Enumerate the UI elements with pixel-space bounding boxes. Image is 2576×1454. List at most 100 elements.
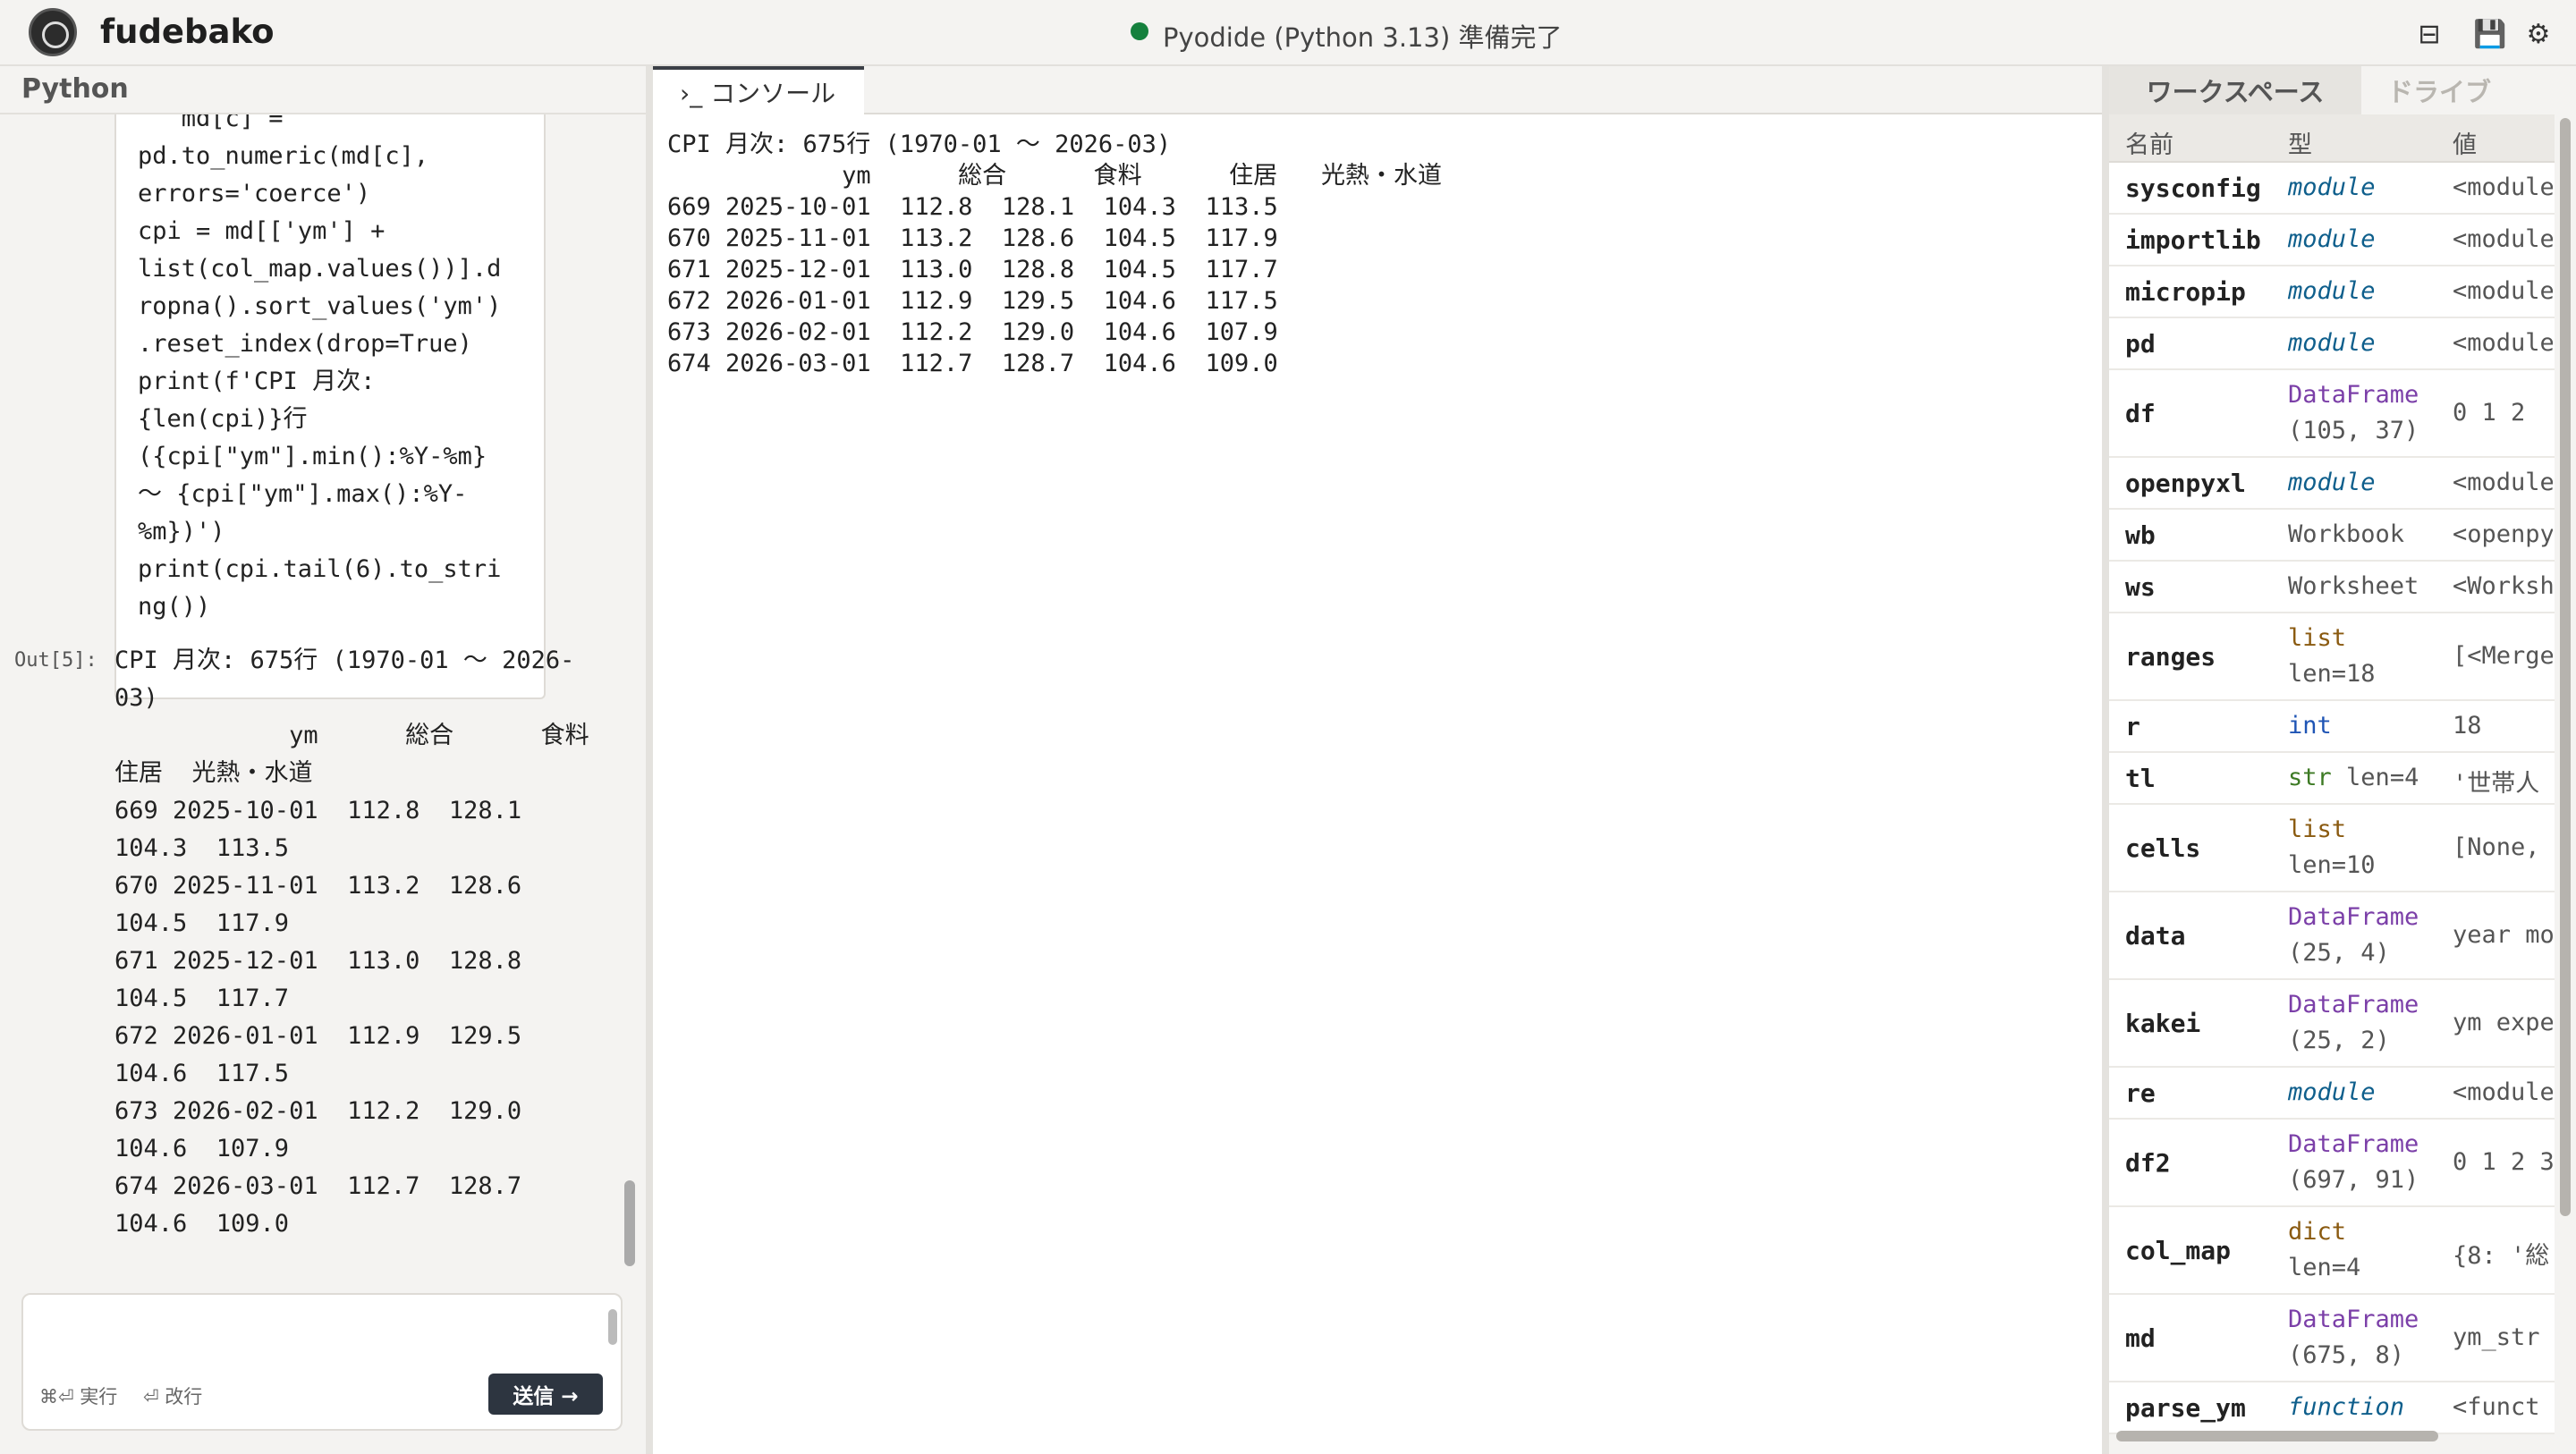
variable-type-detail: (25, 2) (2288, 1027, 2390, 1054)
variable-row[interactable]: r int 18 (2109, 701, 2555, 753)
tab-drive[interactable]: ドライブ (2361, 66, 2517, 114)
settings-button[interactable]: ⚙ (2521, 16, 2556, 52)
variable-type: DataFrame (25, 4) (2288, 900, 2438, 971)
variable-row[interactable]: data DataFrame (25, 4) year mo (2109, 892, 2555, 980)
variable-row[interactable]: cells list len=10 [None, (2109, 805, 2555, 892)
variable-value: 18 (2453, 712, 2482, 740)
variable-name: df2 (2125, 1148, 2171, 1178)
variable-name: sysconfig (2125, 173, 2261, 203)
variable-type-name: str (2288, 764, 2332, 791)
code-cell[interactable]: md[c] = pd.to_numeric(md[c], errors='coe… (114, 114, 546, 699)
variables-table-body: sysconfig module <module importlib module <mo… (2109, 163, 2555, 1434)
console-tabbar: ›_ コンソール (653, 66, 2102, 114)
input-scrollbar[interactable] (608, 1309, 617, 1345)
tab-workspace[interactable]: ワークスペース (2109, 66, 2361, 114)
variable-name: ranges (2125, 642, 2216, 672)
save-button[interactable]: 💾 (2472, 16, 2508, 52)
variable-value: [<Merge (2453, 642, 2553, 670)
send-button[interactable]: 送信 → (488, 1374, 603, 1415)
variable-name: parse_ym (2125, 1393, 2246, 1423)
variable-name: wb (2125, 520, 2156, 550)
variable-value: <openpy (2453, 520, 2553, 548)
variable-type: int (2288, 708, 2438, 744)
workspace-vertical-scrollbar[interactable] (2560, 118, 2571, 1216)
variable-type: module (2288, 465, 2438, 501)
variable-type-detail: len=18 (2288, 660, 2376, 688)
variable-type-name: function (2288, 1393, 2405, 1421)
variable-value: <module (2453, 277, 2553, 305)
variable-row[interactable]: kakei DataFrame (25, 2) ym expe (2109, 980, 2555, 1068)
variable-name: micropip (2125, 277, 2246, 307)
variable-type: DataFrame (25, 2) (2288, 987, 2438, 1059)
variable-row[interactable]: ranges list len=18 [<Merge (2109, 613, 2555, 701)
variable-row[interactable]: micropip module <module (2109, 266, 2555, 318)
variable-row[interactable]: ws Worksheet <Worksh (2109, 562, 2555, 613)
console-pane: ›_ コンソール CPI 月次: 675行 (1970-01 〜 2026-03… (653, 66, 2102, 1454)
variable-type: dict len=4 (2288, 1214, 2438, 1286)
run-shortcut-hint: ⌘⏎ 実行 (39, 1386, 118, 1408)
variable-type-name: module (2288, 225, 2376, 253)
pane-resize-handle-left[interactable] (646, 66, 653, 1454)
variable-type-detail: len=4 (2346, 764, 2419, 791)
workspace-tabbar: ワークスペース ドライブ (2109, 66, 2576, 114)
variable-type-name: list (2288, 816, 2347, 843)
pane-resize-handle-right[interactable] (2102, 66, 2109, 1454)
variable-value: 0 1 2 3 (2453, 1148, 2553, 1176)
variable-type-name: DataFrame (2288, 903, 2419, 931)
tab-console[interactable]: ›_ コンソール (653, 66, 864, 114)
variable-value: <module (2453, 1078, 2553, 1106)
variable-type-name: module (2288, 173, 2376, 201)
variable-row[interactable]: re module <module (2109, 1068, 2555, 1120)
variable-row[interactable]: pd module <module (2109, 318, 2555, 370)
variable-type-name: module (2288, 469, 2376, 496)
variable-row[interactable]: sysconfig module <module (2109, 163, 2555, 215)
variable-row[interactable]: tl str len=4 '世帯人 (2109, 753, 2555, 805)
runtime-status-text: Pyodide (Python 3.13) 準備完了 (1163, 22, 1563, 53)
variable-type: module (2288, 222, 2438, 258)
fudebako-logo-icon (29, 8, 77, 56)
variable-value: <module (2453, 469, 2553, 496)
status-indicator-icon (1131, 22, 1148, 40)
variable-row[interactable]: openpyxl module <module (2109, 458, 2555, 510)
variable-name: df (2125, 399, 2156, 428)
variable-row[interactable]: wb Workbook <openpy (2109, 510, 2555, 562)
variable-row[interactable]: df2 DataFrame (697, 91) 0 1 2 3 (2109, 1120, 2555, 1207)
variable-type: module (2288, 274, 2438, 309)
workspace-horizontal-scrollbar[interactable] (2116, 1431, 2438, 1441)
variable-row[interactable]: md DataFrame (675, 8) ym_str (2109, 1295, 2555, 1382)
variable-name: cells (2125, 833, 2201, 863)
code-input[interactable] (30, 1300, 594, 1363)
variable-value: ym expe (2453, 1009, 2553, 1036)
variable-type-name: list (2288, 624, 2347, 652)
variable-row[interactable]: parse_ym function <funct (2109, 1382, 2555, 1434)
output-label: Out[5]: (14, 649, 97, 672)
variable-type: Workbook (2288, 517, 2438, 553)
layout-toggle-button[interactable]: ⊟ (2411, 16, 2447, 52)
variable-value: <module (2453, 329, 2553, 357)
variable-type-name: module (2288, 277, 2376, 305)
variable-type-name: int (2288, 712, 2332, 740)
variable-type: list len=10 (2288, 812, 2438, 883)
variable-value: [None, (2453, 833, 2540, 861)
variable-type-name: DataFrame (2288, 991, 2419, 1019)
variable-row[interactable]: importlib module <module (2109, 215, 2555, 266)
variable-value: ym_str (2453, 1323, 2540, 1351)
variable-row[interactable]: col_map dict len=4 {8: '総 (2109, 1207, 2555, 1295)
app-title: fudebako (100, 13, 275, 51)
variable-name: ws (2125, 572, 2156, 602)
notebook-scrollbar[interactable] (624, 1180, 635, 1266)
variable-name: tl (2125, 764, 2156, 793)
variable-value: '世帯人 (2453, 770, 2540, 798)
variable-type: str len=4 (2288, 760, 2438, 796)
cell-output: CPI 月次: 675行 (1970-01 〜 2026- 03) ym 総合 … (114, 647, 589, 1238)
variable-type: module (2288, 1075, 2438, 1111)
variable-type: DataFrame (105, 37) (2288, 377, 2438, 449)
python-notebook-pane: Python md[c] = pd.to_numeric(md[c], erro… (0, 66, 646, 1454)
variable-name: pd (2125, 329, 2156, 359)
variable-value: <funct (2453, 1393, 2540, 1421)
variable-type: function (2288, 1390, 2438, 1425)
variable-type-name: module (2288, 1078, 2376, 1106)
variable-row[interactable]: df DataFrame (105, 37) 0 1 2 (2109, 370, 2555, 458)
variable-type-detail: (105, 37) (2288, 417, 2419, 444)
variable-value: <Worksh (2453, 572, 2553, 600)
